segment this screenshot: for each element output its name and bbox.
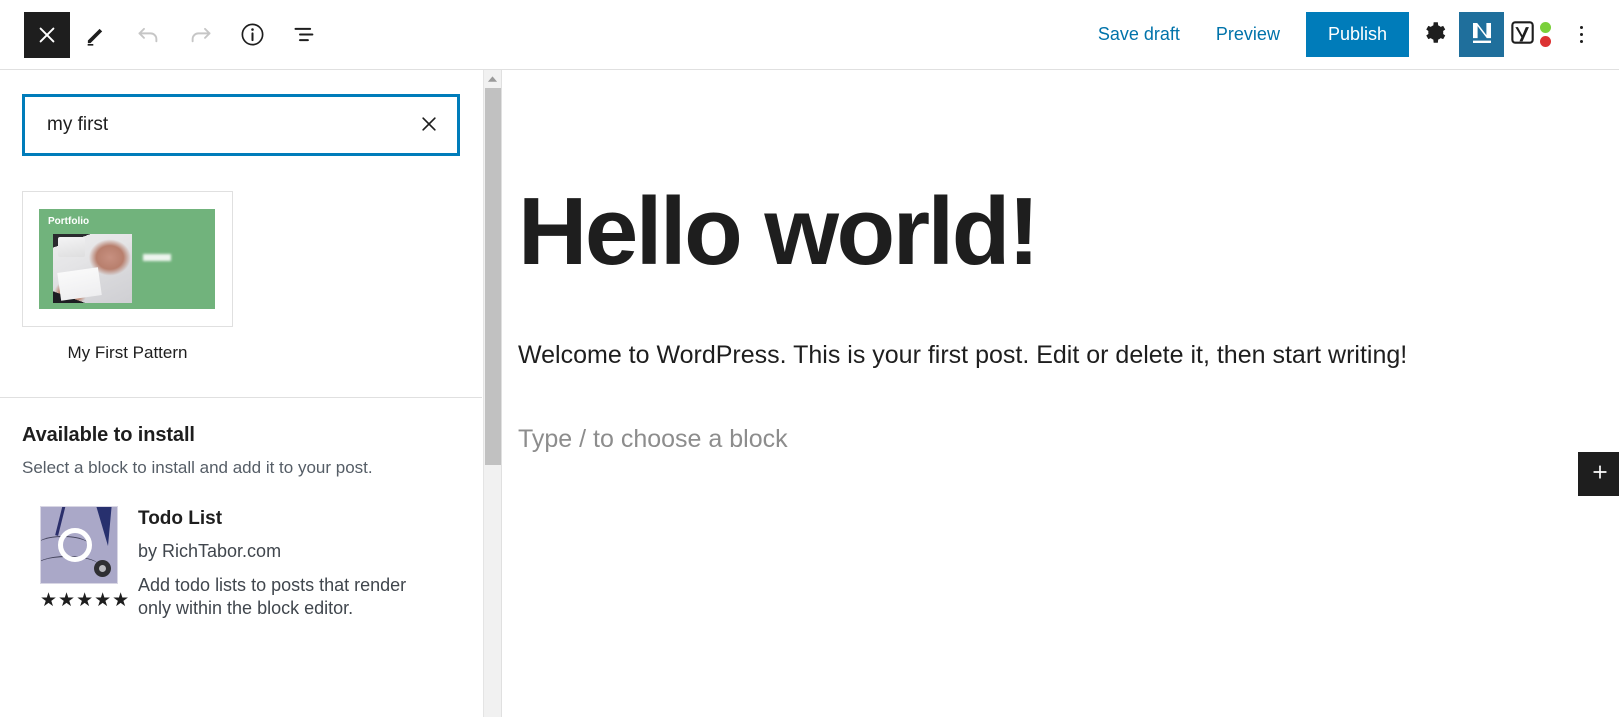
close-x-icon [419, 114, 439, 137]
block-item-details: Todo List by RichTabor.com Add todo list… [138, 506, 460, 621]
available-section-heading: Available to install [22, 424, 195, 446]
newsletter-plugin-button[interactable] [1459, 12, 1504, 57]
seo-score-red-dot [1540, 36, 1551, 47]
block-item-media: ★★★★★ [40, 506, 131, 621]
undo-icon [135, 21, 162, 48]
inserter-search-row [0, 70, 482, 156]
block-rating-stars: ★★★★★ [40, 590, 131, 611]
block-item-author: by RichTabor.com [138, 541, 282, 561]
block-inserter-panel: Portfolio My First Pattern Available to … [0, 70, 482, 717]
pattern-thumb-caption-placeholder [143, 254, 171, 261]
redo-icon [187, 21, 214, 48]
clear-search-button[interactable] [415, 111, 443, 139]
close-editor-button[interactable] [24, 11, 70, 58]
more-options-button[interactable] [1561, 9, 1601, 61]
pattern-thumb-title: Portfolio [48, 216, 90, 227]
post-paragraph-block[interactable]: Welcome to WordPress. This is your first… [502, 283, 1619, 370]
block-item-description: Add todo lists to posts that render only… [138, 575, 407, 619]
gear-icon [1422, 20, 1447, 50]
post-title[interactable]: Hello world! [502, 70, 1619, 283]
preview-button[interactable]: Preview [1198, 14, 1298, 55]
pattern-thumb-photo [53, 234, 132, 303]
scrollbar-thumb[interactable] [485, 88, 501, 465]
search-input[interactable] [25, 97, 457, 153]
details-info-icon [239, 21, 266, 48]
seo-status-dots [1540, 22, 1551, 47]
available-to-install-section: Available to install Select a block to i… [0, 398, 482, 621]
block-appender-button[interactable] [1578, 452, 1619, 496]
edit-mode-button[interactable] [70, 9, 122, 61]
scroll-up-arrow-icon[interactable] [484, 70, 501, 87]
list-item[interactable]: ★★★★★ Todo List by RichTabor.com Add tod… [22, 478, 460, 621]
settings-button[interactable] [1409, 9, 1459, 61]
details-button[interactable] [226, 9, 278, 61]
n-logo-icon [1465, 15, 1499, 54]
editor-top-bar: Save draft Preview Publish [0, 0, 1619, 70]
list-view-icon [291, 21, 318, 48]
undo-button[interactable] [122, 9, 174, 61]
redo-button[interactable] [174, 9, 226, 61]
pattern-thumbnail: Portfolio [39, 209, 215, 309]
todo-list-block-icon [40, 506, 118, 584]
top-bar-right-actions: Save draft Preview Publish [1080, 9, 1619, 61]
seo-score-green-dot [1540, 22, 1551, 33]
top-bar-left-tools [0, 9, 330, 61]
kebab-menu-icon [1579, 26, 1583, 43]
save-draft-button[interactable]: Save draft [1080, 14, 1198, 55]
empty-block-placeholder[interactable]: Type / to choose a block [502, 370, 1619, 454]
available-section-subtitle: Select a block to install and add it to … [22, 458, 373, 477]
search-box[interactable] [22, 94, 460, 156]
block-item-title: Todo List [138, 508, 223, 529]
inserter-scrollbar[interactable] [483, 70, 501, 717]
yoast-seo-icon [1508, 17, 1539, 53]
list-view-button[interactable] [278, 9, 330, 61]
plus-icon [1590, 462, 1610, 487]
pattern-item-my-first-pattern[interactable]: Portfolio [22, 191, 233, 327]
yoast-seo-button[interactable] [1504, 17, 1555, 53]
edit-pencil-icon [83, 22, 109, 48]
editor-canvas: Hello world! Welcome to WordPress. This … [502, 70, 1619, 717]
pattern-item-label: My First Pattern [67, 343, 188, 362]
publish-button[interactable]: Publish [1305, 12, 1409, 57]
pattern-results: Portfolio My First Pattern [0, 156, 482, 363]
close-x-icon [36, 24, 58, 46]
